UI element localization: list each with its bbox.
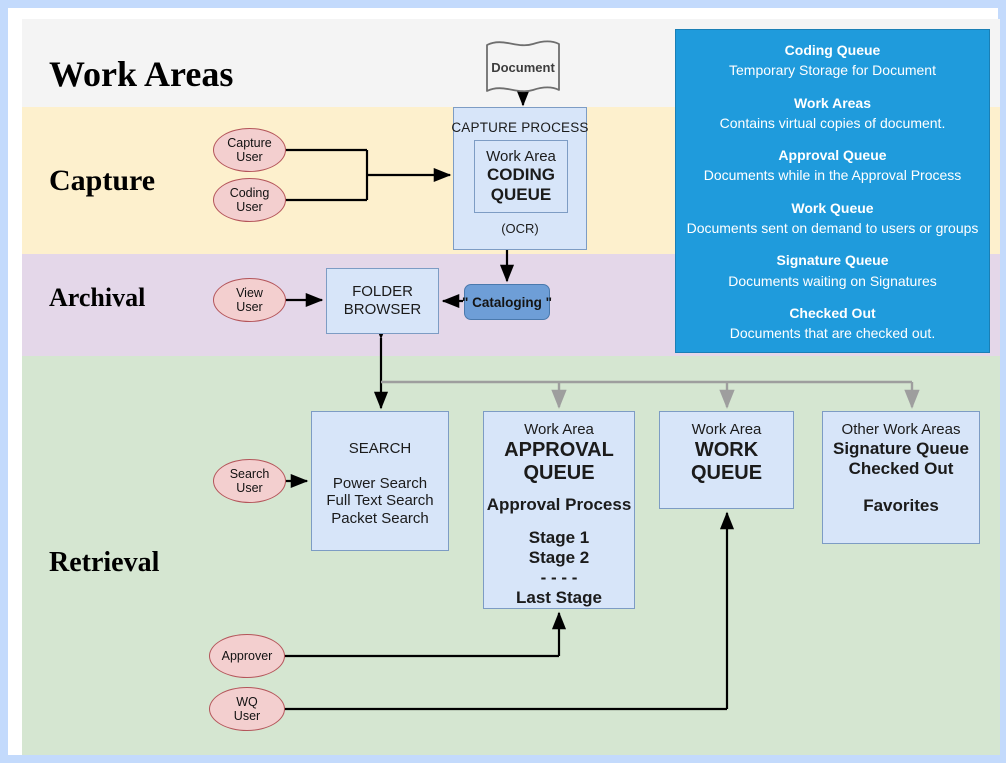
diagram-frame: Work Areas Capture Archival Retrieval Do… [0,0,1006,763]
other-line2: Signature Queue [832,438,970,458]
band-title-retrieval: Retrieval [49,547,160,578]
approval-line6: Stage 2 [528,547,590,567]
other-line3: Checked Out [848,458,954,478]
legend-entry: Signature Queue Documents waiting on Sig… [676,250,989,291]
legend-entry: Work Areas Contains virtual copies of do… [676,93,989,134]
actor-search-user-line1: Search [229,466,270,481]
document-label: Document [491,60,555,75]
approval-line4: Approval Process [486,494,632,514]
search-box[interactable]: SEARCH Power Search Full Text Search Pac… [311,411,449,551]
legend-entry-desc: Contains virtual copies of document. [719,114,946,131]
other-line4: Favorites [863,495,939,515]
page-title: Work Areas [49,54,234,94]
search-line1: Power Search [332,474,428,492]
other-line1: Other Work Areas [841,421,961,438]
actor-coding-user[interactable]: Coding User [213,178,286,222]
actor-capture-user[interactable]: Capture User [213,128,286,172]
folder-browser-box[interactable]: FOLDER BROWSER [326,268,439,334]
legend-entry-title: Checked Out [789,304,876,321]
actor-approver[interactable]: Approver [209,634,285,678]
band-title-capture: Capture [49,164,156,197]
legend-entry-desc: Documents that are checked out. [729,325,936,342]
approval-line8: Last Stage [516,587,602,607]
approval-line3: QUEUE [523,462,595,485]
search-line2: Full Text Search [326,492,434,510]
ocr-label: (OCR) [501,221,539,236]
cataloging-box[interactable]: " Cataloging " [462,284,552,320]
actor-coding-user-line1: Coding [229,185,270,200]
folder-browser-line1: FOLDER [352,283,413,301]
actor-capture-user-line1: Capture [227,135,272,150]
search-line3: Packet Search [331,510,429,528]
legend-entry: Checked Out Documents that are checked o… [676,303,989,344]
actor-coding-user-line2: User [236,200,263,214]
actor-view-user[interactable]: View User [213,278,286,322]
legend-entry: Coding Queue Temporary Storage for Docum… [676,40,989,81]
actor-wq-user-line2: User [233,709,261,723]
folder-browser-line2: BROWSER [343,301,422,318]
legend-panel: Coding Queue Temporary Storage for Docum… [675,29,990,353]
actor-search-user[interactable]: Search User [213,459,286,503]
actor-view-user-line1: View [236,285,263,300]
search-title: SEARCH [348,440,412,457]
work-queue-box[interactable]: Work Area WORK QUEUE [659,411,794,509]
legend-entry: Approval Queue Documents while in the Ap… [676,145,989,186]
approval-queue-box[interactable]: Work Area APPROVAL QUEUE Approval Proces… [483,411,635,609]
capture-process-header: CAPTURE PROCESS [451,120,589,135]
approval-line5: Stage 1 [528,527,590,547]
approval-line1: Work Area [524,421,594,438]
legend-entry-desc: Documents while in the Approval Process [703,167,962,184]
legend-entry-title: Work Areas [793,94,872,111]
band-title-archival: Archival [49,283,146,312]
actor-view-user-line2: User [236,300,263,314]
legend-entry-desc: Temporary Storage for Document [729,62,936,79]
capture-process-box[interactable]: CAPTURE PROCESS Work Area CODING QUEUE (… [451,107,589,250]
legend-entry-title: Signature Queue [776,252,889,269]
diagram-paper: Work Areas Capture Archival Retrieval Do… [8,8,1000,755]
work-queue-line1: Work Area [691,421,762,438]
actor-wq-user[interactable]: WQ User [209,687,285,731]
actor-wq-user-line1: WQ [236,694,258,709]
actor-capture-user-line2: User [236,150,263,164]
coding-queue-line1: Work Area [486,147,556,165]
actor-approver-line1: Approver [221,648,273,663]
approval-line7: - - - - [540,567,578,587]
legend-entry-title: Work Queue [791,199,874,216]
legend-entry-title: Coding Queue [784,42,881,58]
coding-queue-box[interactable]: Work Area CODING QUEUE [474,140,568,213]
legend-entry-title: Approval Queue [778,147,887,164]
legend-entry-desc: Documents waiting on Signatures [728,272,937,289]
other-work-areas-box[interactable]: Other Work Areas Signature Queue Checked… [822,411,980,544]
work-queue-line2: WORK [694,438,759,461]
legend-entry: Work Queue Documents sent on demand to u… [676,198,989,239]
work-queue-line3: QUEUE [690,462,763,485]
legend-entry-desc: Documents sent on demand to users or gro… [686,220,979,237]
approval-line2: APPROVAL [504,438,614,461]
coding-queue-line3: QUEUE [490,185,552,205]
diagram-canvas: Work Areas Capture Archival Retrieval Do… [22,19,1000,755]
actor-search-user-line2: User [236,481,263,495]
coding-queue-line2: CODING [487,165,555,185]
